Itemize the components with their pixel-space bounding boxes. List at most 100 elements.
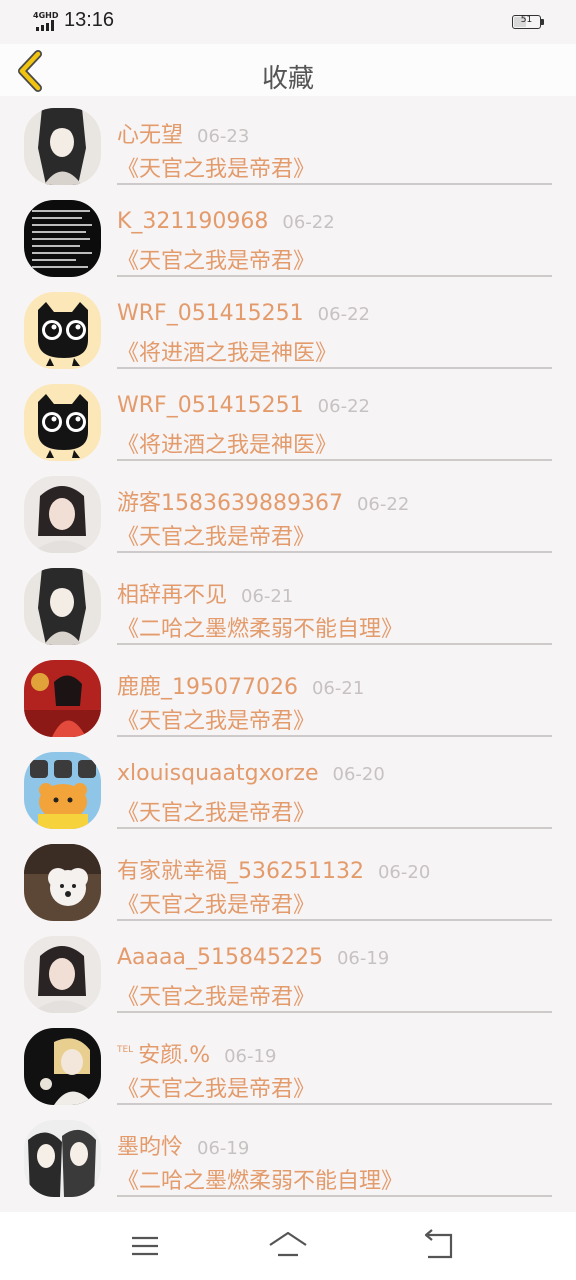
item-date: 06-23 — [197, 126, 250, 147]
network-indicator: 4GHD — [33, 11, 59, 32]
divider — [117, 459, 552, 461]
user-name: WRF_051415251 — [117, 301, 304, 326]
user-name: 心无望 — [117, 123, 184, 148]
menu-icon — [132, 1236, 158, 1256]
list-item[interactable]: K_321190968 06-22 《天官之我是帝君》 — [0, 188, 576, 280]
item-header: xlouisquaatgxorze 06-20 — [117, 761, 385, 789]
book-title: 《天官之我是帝君》 — [117, 801, 316, 826]
avatar-image — [24, 936, 101, 1013]
item-date: 06-22 — [356, 494, 410, 515]
list-item[interactable]: 心无望 06-23 《天官之我是帝君》 — [0, 96, 576, 188]
avatar — [24, 936, 101, 1013]
book-title: 《天官之我是帝君》 — [117, 157, 316, 182]
item-header: 游客1583639889367 06-22 — [117, 485, 410, 516]
item-date: 06-21 — [241, 586, 294, 607]
book-title: 《二哈之墨燃柔弱不能自理》 — [117, 617, 404, 642]
book-title: 《天官之我是帝君》 — [117, 525, 316, 550]
avatar-image — [24, 476, 101, 553]
avatar — [24, 752, 101, 829]
avatar — [24, 568, 101, 645]
user-name: 墨昀怜 — [117, 1135, 184, 1160]
item-header: Aaaaa_515845225 06-19 — [117, 945, 389, 973]
avatar — [24, 1120, 101, 1197]
user-name: 相辞再不见 — [117, 583, 228, 608]
avatar — [24, 384, 101, 461]
item-header: 心无望 06-23 — [117, 117, 250, 148]
favorites-screen: 4GHD 13:16 51 收藏 心无望 06-23 《天官之我是帝君》 K_3… — [0, 0, 576, 1280]
list-item[interactable]: xlouisquaatgxorze 06-20 《天官之我是帝君》 — [0, 740, 576, 832]
divider — [117, 1011, 552, 1013]
avatar — [24, 476, 101, 553]
item-date: 06-19 — [336, 948, 390, 969]
item-header: 相辞再不见 06-21 — [117, 577, 294, 608]
avatar — [24, 1028, 101, 1105]
item-header: TEL 安颜.% 06-19 — [117, 1037, 277, 1068]
book-title: 《天官之我是帝君》 — [117, 893, 316, 918]
divider — [117, 551, 552, 553]
item-header: 墨昀怜 06-19 — [117, 1129, 250, 1160]
list-item[interactable]: 游客1583639889367 06-22 《天官之我是帝君》 — [0, 464, 576, 556]
item-header: K_321190968 06-22 — [117, 209, 335, 237]
avatar — [24, 108, 101, 185]
book-title: 《天官之我是帝君》 — [117, 249, 316, 274]
divider — [117, 1103, 552, 1105]
item-header: WRF_051415251 06-22 — [117, 301, 370, 329]
avatar-image — [24, 108, 101, 185]
avatar — [24, 844, 101, 921]
list-item[interactable]: 鹿鹿_195077026 06-21 《天官之我是帝君》 — [0, 648, 576, 740]
list-item[interactable]: WRF_051415251 06-22 《将进酒之我是神医》 — [0, 372, 576, 464]
status-time: 13:16 — [64, 9, 115, 31]
divider — [117, 275, 552, 277]
book-title: 《天官之我是帝君》 — [117, 985, 316, 1010]
user-name: xlouisquaatgxorze — [117, 761, 319, 786]
divider — [117, 183, 552, 185]
signal-icon — [36, 20, 58, 31]
status-bar: 4GHD 13:16 51 — [0, 0, 576, 44]
user-name: WRF_051415251 — [117, 393, 304, 418]
divider — [117, 1195, 552, 1197]
item-header: 鹿鹿_195077026 06-21 — [117, 669, 365, 700]
avatar — [24, 660, 101, 737]
avatar — [24, 200, 101, 277]
user-name: K_321190968 — [117, 209, 269, 234]
item-date: 06-19 — [197, 1138, 250, 1159]
item-date: 06-22 — [317, 304, 370, 325]
list-item[interactable]: 相辞再不见 06-21 《二哈之墨燃柔弱不能自理》 — [0, 556, 576, 648]
item-date: 06-22 — [317, 396, 370, 417]
divider — [117, 735, 552, 737]
item-date: 06-21 — [311, 678, 365, 699]
user-name: 安颜.% — [138, 1043, 211, 1068]
list-item[interactable]: WRF_051415251 06-22 《将进酒之我是神医》 — [0, 280, 576, 372]
header: 收藏 — [0, 44, 576, 96]
book-title: 《将进酒之我是神医》 — [117, 341, 338, 366]
list-item[interactable]: 墨昀怜 06-19 《二哈之墨燃柔弱不能自理》 — [0, 1108, 576, 1200]
avatar-image — [24, 200, 101, 277]
divider — [117, 827, 552, 829]
avatar-image — [24, 568, 101, 645]
home-icon — [269, 1231, 307, 1257]
book-title: 《天官之我是帝君》 — [117, 1077, 316, 1102]
list-item[interactable]: 有家就幸福_536251132 06-20 《天官之我是帝君》 — [0, 832, 576, 924]
navigation-bar — [0, 1212, 576, 1280]
favorites-list: 心无望 06-23 《天官之我是帝君》 K_321190968 06-22 《天官之… — [0, 96, 576, 1200]
list-item[interactable]: Aaaaa_515845225 06-19 《天官之我是帝君》 — [0, 924, 576, 1016]
book-title: 《天官之我是帝君》 — [117, 709, 316, 734]
user-name: 有家就幸福_536251132 — [117, 859, 364, 884]
avatar-image — [24, 752, 101, 829]
home-button[interactable] — [266, 1226, 310, 1266]
battery-text: 51 — [520, 15, 533, 25]
back-nav-button[interactable] — [417, 1226, 461, 1266]
page-title: 收藏 — [261, 64, 314, 94]
menu-button[interactable] — [123, 1226, 167, 1266]
item-date: 06-20 — [377, 862, 431, 883]
back-icon — [424, 1229, 453, 1259]
avatar-image — [24, 292, 101, 369]
battery-icon: 51 — [512, 15, 541, 29]
divider — [117, 367, 552, 369]
item-date: 06-19 — [224, 1046, 277, 1067]
tel-superscript: TEL — [117, 1045, 134, 1055]
list-item[interactable]: TEL 安颜.% 06-19 《天官之我是帝君》 — [0, 1016, 576, 1108]
user-name: 游客1583639889367 — [117, 491, 343, 516]
user-name: 鹿鹿_195077026 — [117, 675, 298, 700]
avatar-image — [24, 1028, 101, 1105]
